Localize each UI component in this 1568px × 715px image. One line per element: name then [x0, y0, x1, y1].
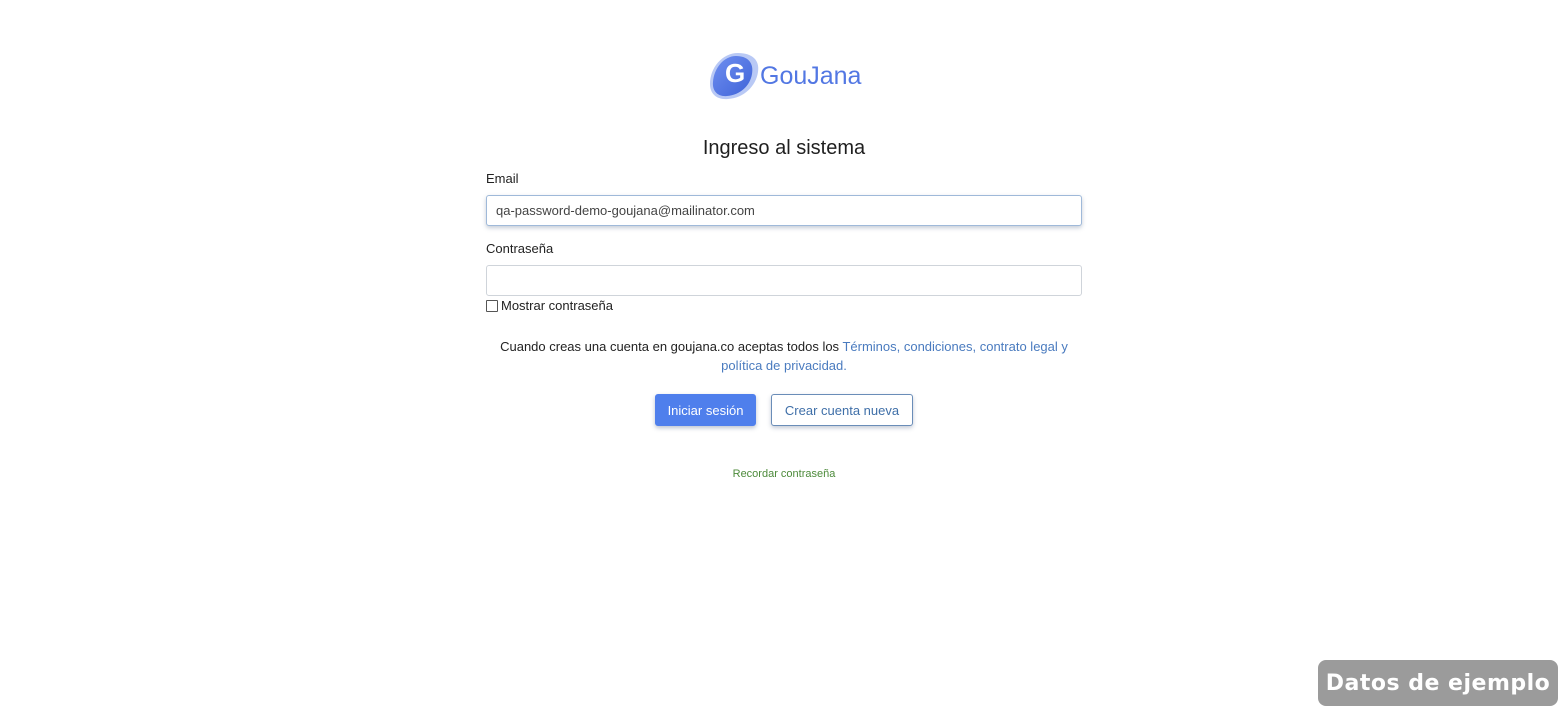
create-account-button[interactable]: Crear cuenta nueva — [771, 394, 913, 426]
terms-text: Cuando creas una cuenta en goujana.co ac… — [500, 339, 843, 354]
password-field[interactable] — [486, 265, 1082, 296]
password-label: Contraseña — [486, 241, 554, 256]
logo-letter: G — [725, 58, 746, 88]
page-title: Ingreso al sistema — [702, 137, 866, 159]
sample-data-badge: Datos de ejemplo — [1318, 660, 1558, 706]
logo-brand-text: GouJana — [760, 61, 862, 90]
goujana-logo[interactable]: G GouJana — [708, 50, 862, 102]
login-page: G GouJana Ingreso al sistema Email Contr… — [0, 0, 1568, 715]
logo-mark-icon: G — [708, 50, 760, 102]
show-password-toggle[interactable]: Mostrar contraseña — [486, 298, 613, 313]
login-button[interactable]: Iniciar sesión — [655, 394, 756, 426]
show-password-label: Mostrar contraseña — [501, 298, 613, 313]
remember-password-link[interactable]: Recordar contraseña — [0, 468, 1568, 480]
terms-notice: Cuando creas una cuenta en goujana.co ac… — [486, 337, 1082, 375]
show-password-checkbox[interactable] — [486, 299, 498, 312]
email-field[interactable] — [486, 195, 1082, 226]
email-label: Email — [486, 171, 519, 186]
